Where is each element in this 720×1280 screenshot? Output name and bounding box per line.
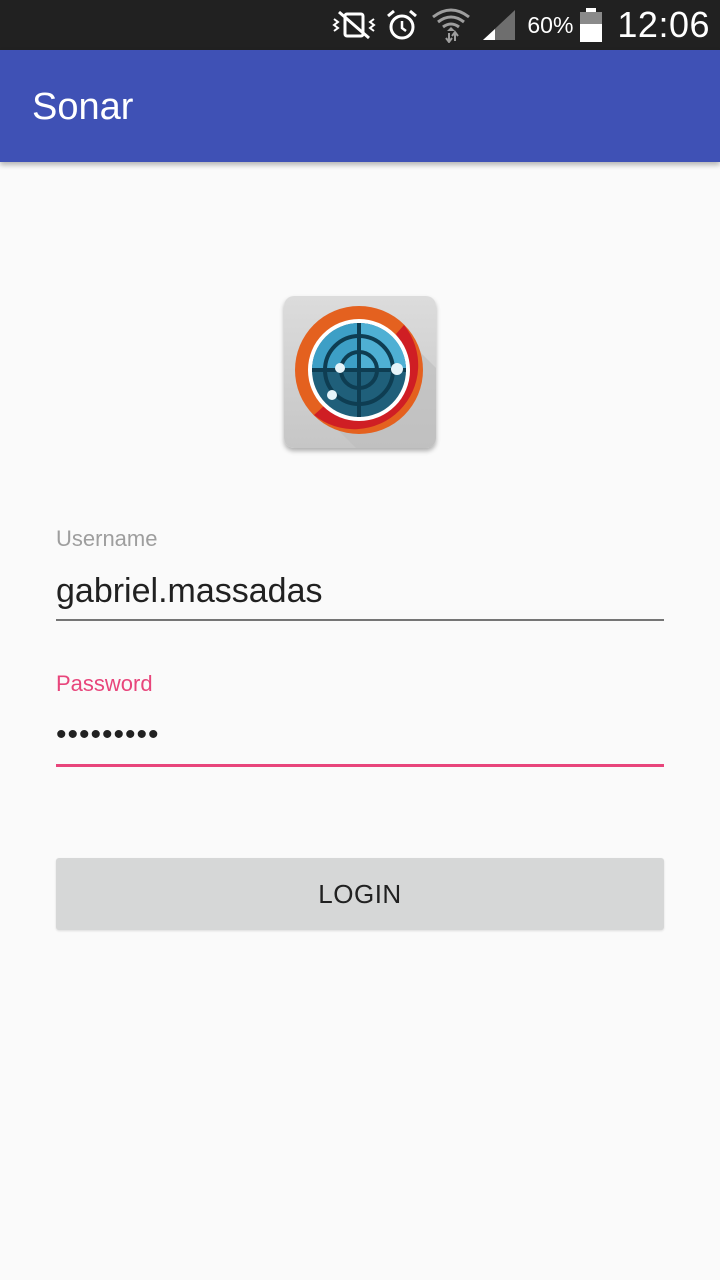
app-title: Sonar [32, 86, 134, 128]
password-label: Password [56, 671, 153, 696]
password-field[interactable]: ••••••••• [56, 718, 160, 752]
alarm-icon [385, 0, 419, 50]
clock: 12:06 [617, 4, 710, 45]
vibrate-mute-icon [331, 0, 379, 50]
app-bar: Sonar [0, 50, 720, 162]
battery-percent: 60% [527, 11, 574, 38]
username-field[interactable]: gabriel.massadas [56, 572, 322, 611]
username-underline [56, 619, 664, 621]
battery-icon [579, 0, 603, 50]
signal-icon [481, 0, 517, 50]
username-label: Username [56, 526, 158, 551]
status-bar: 60% 12:06 [0, 0, 720, 50]
wifi-icon [431, 0, 471, 50]
sonar-logo-icon [284, 296, 436, 448]
login-button[interactable]: LOGIN [56, 858, 664, 930]
password-underline [56, 764, 664, 767]
status-icons: 60% 12:06 [331, 0, 710, 50]
